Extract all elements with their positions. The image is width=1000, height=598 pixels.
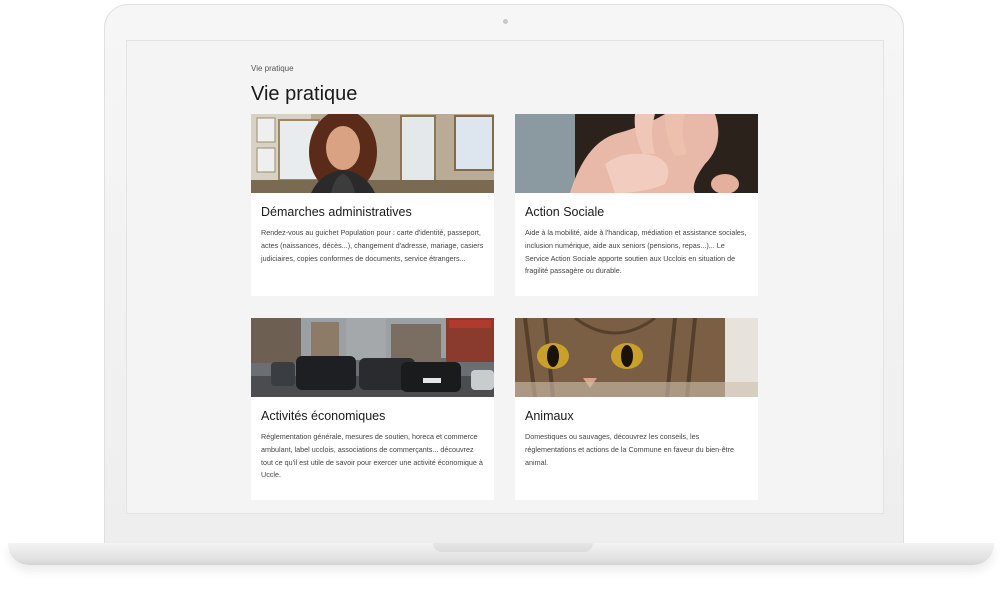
card-animaux[interactable]: Animaux Domestiques ou sauvages, découvr…	[515, 318, 758, 500]
laptop-notch	[433, 543, 593, 552]
page-title: Vie pratique	[251, 83, 358, 105]
laptop-mockup: Vie pratique Vie pratique Démarches admi…	[0, 0, 1000, 598]
holding-hands-photo	[515, 114, 758, 193]
card-title[interactable]: Action Sociale	[525, 205, 748, 219]
card-title[interactable]: Activités économiques	[261, 409, 484, 423]
card-title[interactable]: Animaux	[525, 409, 748, 423]
card-activites-economiques[interactable]: Activités économiques Réglementation gén…	[251, 318, 494, 500]
laptop-base	[8, 543, 994, 565]
card-description: Rendez-vous au guichet Population pour :…	[261, 228, 484, 263]
woman-at-counter-photo	[251, 114, 494, 193]
laptop-screen: Vie pratique Vie pratique Démarches admi…	[126, 40, 884, 514]
card-title[interactable]: Démarches administratives	[261, 205, 484, 219]
card-description: Aide à la mobilité, aide à l'handicap, m…	[525, 228, 747, 276]
card-demarches-administratives[interactable]: Démarches administratives Rendez-vous au…	[251, 114, 494, 296]
card-action-sociale[interactable]: Action Sociale Aide à la mobilité, aide …	[515, 114, 758, 296]
shopping-street-photo	[251, 318, 494, 397]
camera-dot	[503, 19, 508, 24]
breadcrumb[interactable]: Vie pratique	[251, 64, 294, 73]
cat-face-photo	[515, 318, 758, 397]
card-description: Réglementation générale, mesures de sout…	[261, 432, 483, 480]
card-description: Domestiques ou sauvages, découvrez les c…	[525, 432, 734, 467]
